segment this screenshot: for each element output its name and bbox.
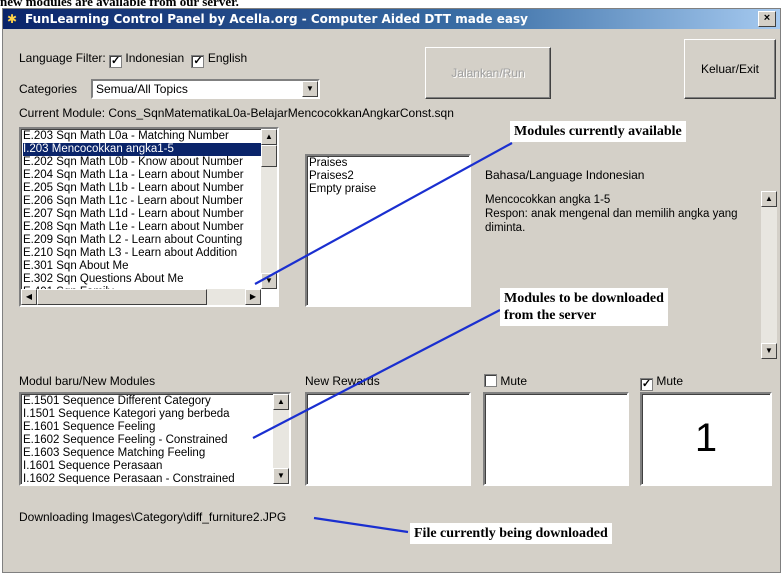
annotation-line-2: from the server (504, 308, 597, 323)
top-caption: new modules are available from our serve… (0, 0, 239, 8)
list-item[interactable]: E.202 Sqn Math L0b - Know about Number (23, 156, 261, 169)
scroll-left-icon[interactable]: ◀ (21, 289, 37, 305)
list-item[interactable]: E.209 Sqn Math L2 - Learn about Counting (23, 234, 261, 247)
new-modules-label: Modul baru/New Modules (19, 374, 156, 388)
description-line: Respon: anak mengenal dan memilih angka … (485, 208, 738, 220)
scroll-down-icon[interactable]: ▼ (761, 343, 777, 359)
run-button[interactable]: Jalankan/Run (425, 47, 551, 99)
indonesian-checkbox[interactable]: ✓ (109, 55, 123, 68)
title-bar: ✱ FunLearning Control Panel by Acella.or… (3, 9, 780, 29)
annotation-file: File currently being downloaded (410, 523, 612, 544)
close-button[interactable]: × (758, 11, 776, 27)
mute-label: Mute (656, 374, 684, 388)
english-label: English (207, 51, 248, 65)
list-item[interactable]: I.1602 Sequence Perasaan - Constrained (23, 473, 273, 484)
scroll-up-icon[interactable]: ▲ (761, 191, 777, 207)
scroll-down-icon[interactable]: ▼ (273, 468, 289, 484)
list-item[interactable]: Praises (309, 157, 469, 170)
scroll-thumb[interactable] (261, 145, 277, 167)
status-text: Downloading Images\Category\diff_furnitu… (19, 510, 287, 524)
mute-1[interactable]: Mute (484, 374, 527, 388)
language-line: Bahasa/Language Indonesian (485, 168, 645, 182)
chevron-down-icon[interactable]: ▼ (302, 81, 318, 97)
list-item[interactable]: E.204 Sqn Math L1a - Learn about Number (23, 169, 261, 182)
counter-value: 1 (694, 416, 718, 460)
annotation-to-download: Modules to be downloaded from the server (500, 288, 668, 326)
mute-2[interactable]: ✓ Mute (640, 374, 683, 391)
list-item[interactable]: E.210 Sqn Math L3 - Learn about Addition (23, 247, 261, 260)
preview-box (483, 392, 629, 486)
english-checkbox[interactable]: ✓ (191, 55, 205, 68)
new-rewards-label: New Rewards (305, 374, 380, 388)
list-item[interactable]: I.203 Mencocokkan angka1-5 (23, 143, 261, 156)
list-item[interactable]: E.1602 Sequence Feeling - Constrained (23, 434, 273, 447)
annotation-available: Modules currently available (510, 121, 686, 142)
mute-label: Mute (500, 374, 528, 388)
annotation-line-1: Modules to be downloaded (504, 291, 664, 306)
description-line: diminta. (485, 222, 526, 234)
list-item[interactable]: E.203 Sqn Math L0a - Matching Number (23, 130, 261, 143)
mute-checkbox[interactable]: ✓ (640, 378, 653, 391)
app-icon: ✱ (7, 12, 18, 26)
categories-label: Categories (19, 82, 78, 96)
exit-button[interactable]: Keluar/Exit (684, 39, 776, 99)
praises-list[interactable]: Praises Praises2 Empty praise (305, 154, 471, 307)
indonesian-label: Indonesian (125, 51, 185, 65)
list-item[interactable]: Praises2 (309, 170, 469, 183)
hscroll-thumb[interactable] (37, 289, 207, 305)
language-filter: Language Filter: ✓ Indonesian ✓ English (19, 51, 247, 68)
list-item[interactable]: E.1501 Sequence Different Category (23, 395, 273, 408)
list-item[interactable]: E.208 Sqn Math L1e - Learn about Number (23, 221, 261, 234)
window-title: FunLearning Control Panel by Acella.org … (25, 12, 528, 26)
scroll-down-icon[interactable]: ▼ (261, 273, 277, 289)
modules-hscroll[interactable]: ◀ ▶ (21, 289, 261, 305)
modules-vscroll[interactable]: ▲ ▼ (261, 129, 277, 289)
list-item[interactable]: I.1501 Sequence Kategori yang berbeda (23, 408, 273, 421)
description: Mencocokkan angka 1-5 Respon: anak menge… (485, 193, 738, 235)
description-vscroll[interactable]: ▲ ▼ (761, 191, 777, 359)
list-item[interactable]: E.1603 Sequence Matching Feeling (23, 447, 273, 460)
scroll-up-icon[interactable]: ▲ (273, 394, 289, 410)
new-modules-list[interactable]: E.1501 Sequence Different Category I.1501… (19, 392, 291, 486)
mute-checkbox[interactable] (484, 374, 497, 387)
list-item[interactable]: I.1601 Sequence Perasaan (23, 460, 273, 473)
description-line: Mencocokkan angka 1-5 (485, 194, 611, 206)
list-item[interactable]: E.301 Sqn About Me (23, 260, 261, 273)
language-filter-label: Language Filter: (19, 51, 106, 65)
list-item[interactable]: E.1601 Sequence Feeling (23, 421, 273, 434)
categories-value: Semua/All Topics (96, 82, 188, 96)
new-rewards-box[interactable] (305, 392, 471, 486)
scroll-right-icon[interactable]: ▶ (245, 289, 261, 305)
list-item[interactable]: E.207 Sqn Math L1d - Learn about Number (23, 208, 261, 221)
list-item[interactable]: Empty praise (309, 183, 469, 196)
counter-box: 1 (640, 392, 772, 486)
scroll-up-icon[interactable]: ▲ (261, 129, 277, 145)
list-item[interactable]: E.206 Sqn Math L1c - Learn about Number (23, 195, 261, 208)
list-item[interactable]: E.302 Sqn Questions About Me (23, 273, 261, 286)
modules-list[interactable]: E.203 Sqn Math L0a - Matching Number I.20… (19, 127, 279, 307)
categories-dropdown[interactable]: Semua/All Topics ▼ (91, 79, 320, 99)
current-module: Current Module: Cons_SqnMatematikaL0a-Be… (19, 106, 454, 120)
new-modules-vscroll[interactable]: ▲ ▼ (273, 394, 289, 484)
list-item[interactable]: E.205 Sqn Math L1b - Learn about Number (23, 182, 261, 195)
